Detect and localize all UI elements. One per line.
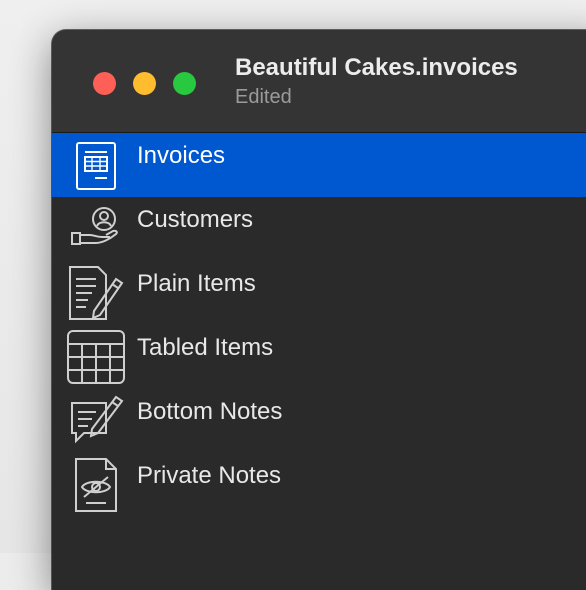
sidebar-item-bottom-notes[interactable]: Bottom Notes [52,389,586,453]
sidebar-item-tabled-items[interactable]: Tabled Items [52,325,586,389]
close-window-button[interactable] [93,72,116,95]
sidebar-item-label: Tabled Items [137,334,274,361]
sidebar-item-label: Bottom Notes [137,398,283,425]
zoom-window-button[interactable] [173,72,196,95]
table-icon [66,329,126,385]
private-note-icon [66,457,126,513]
sidebar-item-label: Plain Items [137,270,256,297]
sidebar-item-customers[interactable]: Customers [52,197,586,261]
customer-icon [66,201,126,257]
sidebar-item-plain-items[interactable]: Plain Items [52,261,586,325]
document-status: Edited [235,86,292,108]
sidebar-item-invoices[interactable]: Invoices [52,133,586,197]
note-edit-icon [66,393,126,449]
app-window: Beautiful Cakes.invoices Edited Invoices [52,30,586,590]
sidebar: Invoices Customers Plain Items Tabled It… [52,133,586,590]
sidebar-item-private-notes[interactable]: Private Notes [52,453,586,517]
sidebar-item-label: Customers [137,206,254,233]
invoice-icon [66,137,126,193]
sidebar-item-label: Private Notes [137,462,282,489]
sidebar-item-label: Invoices [137,142,226,169]
titlebar[interactable]: Beautiful Cakes.invoices Edited [52,30,586,133]
plain-items-icon [66,265,126,321]
minimize-window-button[interactable] [133,72,156,95]
document-title: Beautiful Cakes.invoices [235,54,518,81]
